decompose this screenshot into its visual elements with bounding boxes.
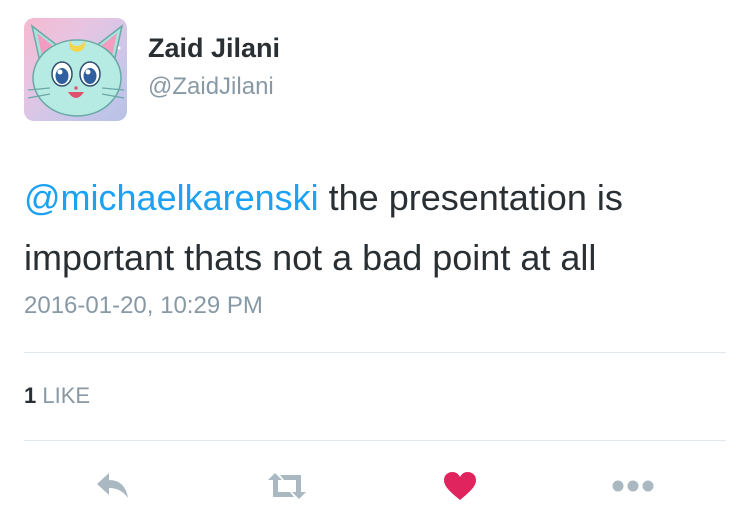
like-count: 1 [24,383,37,408]
like-label: LIKE [42,383,91,408]
tweet-text-part: the presentation is [318,177,623,218]
tweet-line-2: important thats not a bad point at all [24,237,597,278]
author-handle[interactable]: @ZaidJilani [148,73,274,101]
more-button[interactable] [608,461,658,511]
divider [24,352,726,353]
heart-icon [444,472,476,500]
reply-button[interactable] [88,461,138,511]
retweet-icon [268,473,306,499]
like-button[interactable] [435,461,485,511]
retweet-button[interactable] [262,461,312,511]
avatar[interactable] [24,18,127,121]
tweet-timestamp[interactable]: 2016-01-20, 10:29 PM [24,292,263,320]
divider [24,440,726,441]
like-stats[interactable]: 1 LIKE [24,383,90,409]
author-name[interactable]: Zaid Jilani [148,33,280,64]
tweet-line-1: @michaelkarenski the presentation is [24,168,724,228]
mention-link[interactable]: @michaelkarenski [24,177,319,218]
reply-icon [97,473,128,498]
cat-avatar-image [27,24,125,117]
more-icon [612,480,654,492]
tweet-text: @michaelkarenski the presentation is imp… [24,168,724,288]
